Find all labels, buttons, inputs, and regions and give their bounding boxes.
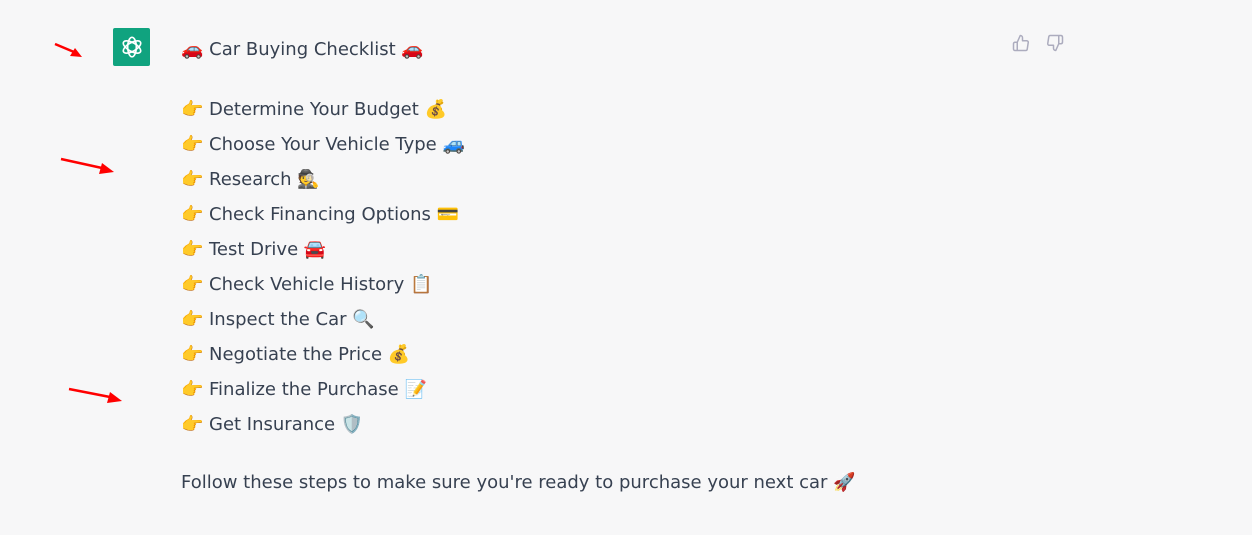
credit-card-icon: 💳: [436, 204, 460, 225]
item-text: Check Financing Options: [209, 204, 431, 225]
money-bag-icon: 💰: [387, 344, 411, 365]
openai-logo-icon: [121, 36, 142, 58]
car-icon: 🚗: [181, 39, 204, 60]
pointing-hand-icon: 👉: [181, 169, 204, 190]
item-text: Negotiate the Price: [209, 344, 383, 365]
assistant-avatar: [113, 28, 150, 66]
feedback-buttons: [1010, 32, 1066, 54]
money-bag-icon: 💰: [424, 99, 447, 120]
clipboard-icon: 📋: [409, 274, 433, 295]
thumbs-up-button[interactable]: [1010, 32, 1032, 54]
checklist: 👉 Determine Your Budget 💰 👉 Choose Your Ve…: [181, 92, 465, 442]
suv-icon: 🚙: [442, 134, 465, 155]
item-text: Get Insurance: [209, 414, 336, 435]
item-text: Test Drive: [209, 239, 299, 260]
car-icon: 🚗: [401, 39, 424, 60]
checklist-item: 👉 Negotiate the Price 💰: [181, 337, 465, 372]
pointing-hand-icon: 👉: [181, 344, 204, 365]
shield-icon: 🛡️: [340, 414, 364, 435]
title-text: Car Buying Checklist: [209, 39, 396, 60]
rocket-icon: 🚀: [833, 472, 856, 493]
checklist-item: 👉 Determine Your Budget 💰: [181, 92, 465, 127]
checklist-item: 👉 Check Vehicle History 📋: [181, 267, 465, 302]
detective-icon: 🕵️: [297, 169, 320, 190]
pointing-hand-icon: 👉: [181, 414, 204, 435]
item-text: Inspect the Car: [209, 309, 347, 330]
pointing-hand-icon: 👉: [181, 309, 204, 330]
oncoming-car-icon: 🚘: [303, 239, 327, 260]
checklist-title: 🚗 Car Buying Checklist 🚗: [181, 32, 465, 67]
checklist-item: 👉 Check Financing Options 💳: [181, 197, 465, 232]
pointing-hand-icon: 👉: [181, 239, 204, 260]
item-text: Choose Your Vehicle Type: [209, 134, 437, 155]
annotation-arrow-icon: [68, 387, 122, 403]
pointing-hand-icon: 👉: [181, 274, 204, 295]
item-text: Research: [209, 169, 292, 190]
closing-note: Follow these steps to make sure you're r…: [181, 465, 856, 500]
pointing-hand-icon: 👉: [181, 204, 204, 225]
checklist-item: 👉 Choose Your Vehicle Type 🚙: [181, 127, 465, 162]
item-text: Determine Your Budget: [209, 99, 419, 120]
thumbs-up-icon: [1012, 34, 1029, 52]
item-text: Check Vehicle History: [209, 274, 405, 295]
checklist-item: 👉 Test Drive 🚘: [181, 232, 465, 267]
checklist-item: 👉 Inspect the Car 🔍: [181, 302, 465, 337]
closing-text: Follow these steps to make sure you're r…: [181, 472, 828, 493]
memo-icon: 📝: [404, 379, 427, 400]
pointing-hand-icon: 👉: [181, 379, 204, 400]
magnifying-glass-icon: 🔍: [352, 309, 375, 330]
pointing-hand-icon: 👉: [181, 99, 204, 120]
annotation-arrow-icon: [54, 42, 82, 57]
checklist-item: 👉 Finalize the Purchase 📝: [181, 372, 465, 407]
checklist-item: 👉 Research 🕵️: [181, 162, 465, 197]
pointing-hand-icon: 👉: [181, 134, 204, 155]
checklist-item: 👉 Get Insurance 🛡️: [181, 407, 465, 442]
thumbs-down-icon: [1047, 34, 1064, 52]
assistant-message: 🚗 Car Buying Checklist 🚗 👉 Determine Your…: [181, 32, 465, 442]
item-text: Finalize the Purchase: [209, 379, 399, 400]
annotation-arrow-icon: [60, 157, 114, 174]
thumbs-down-button[interactable]: [1044, 32, 1066, 54]
